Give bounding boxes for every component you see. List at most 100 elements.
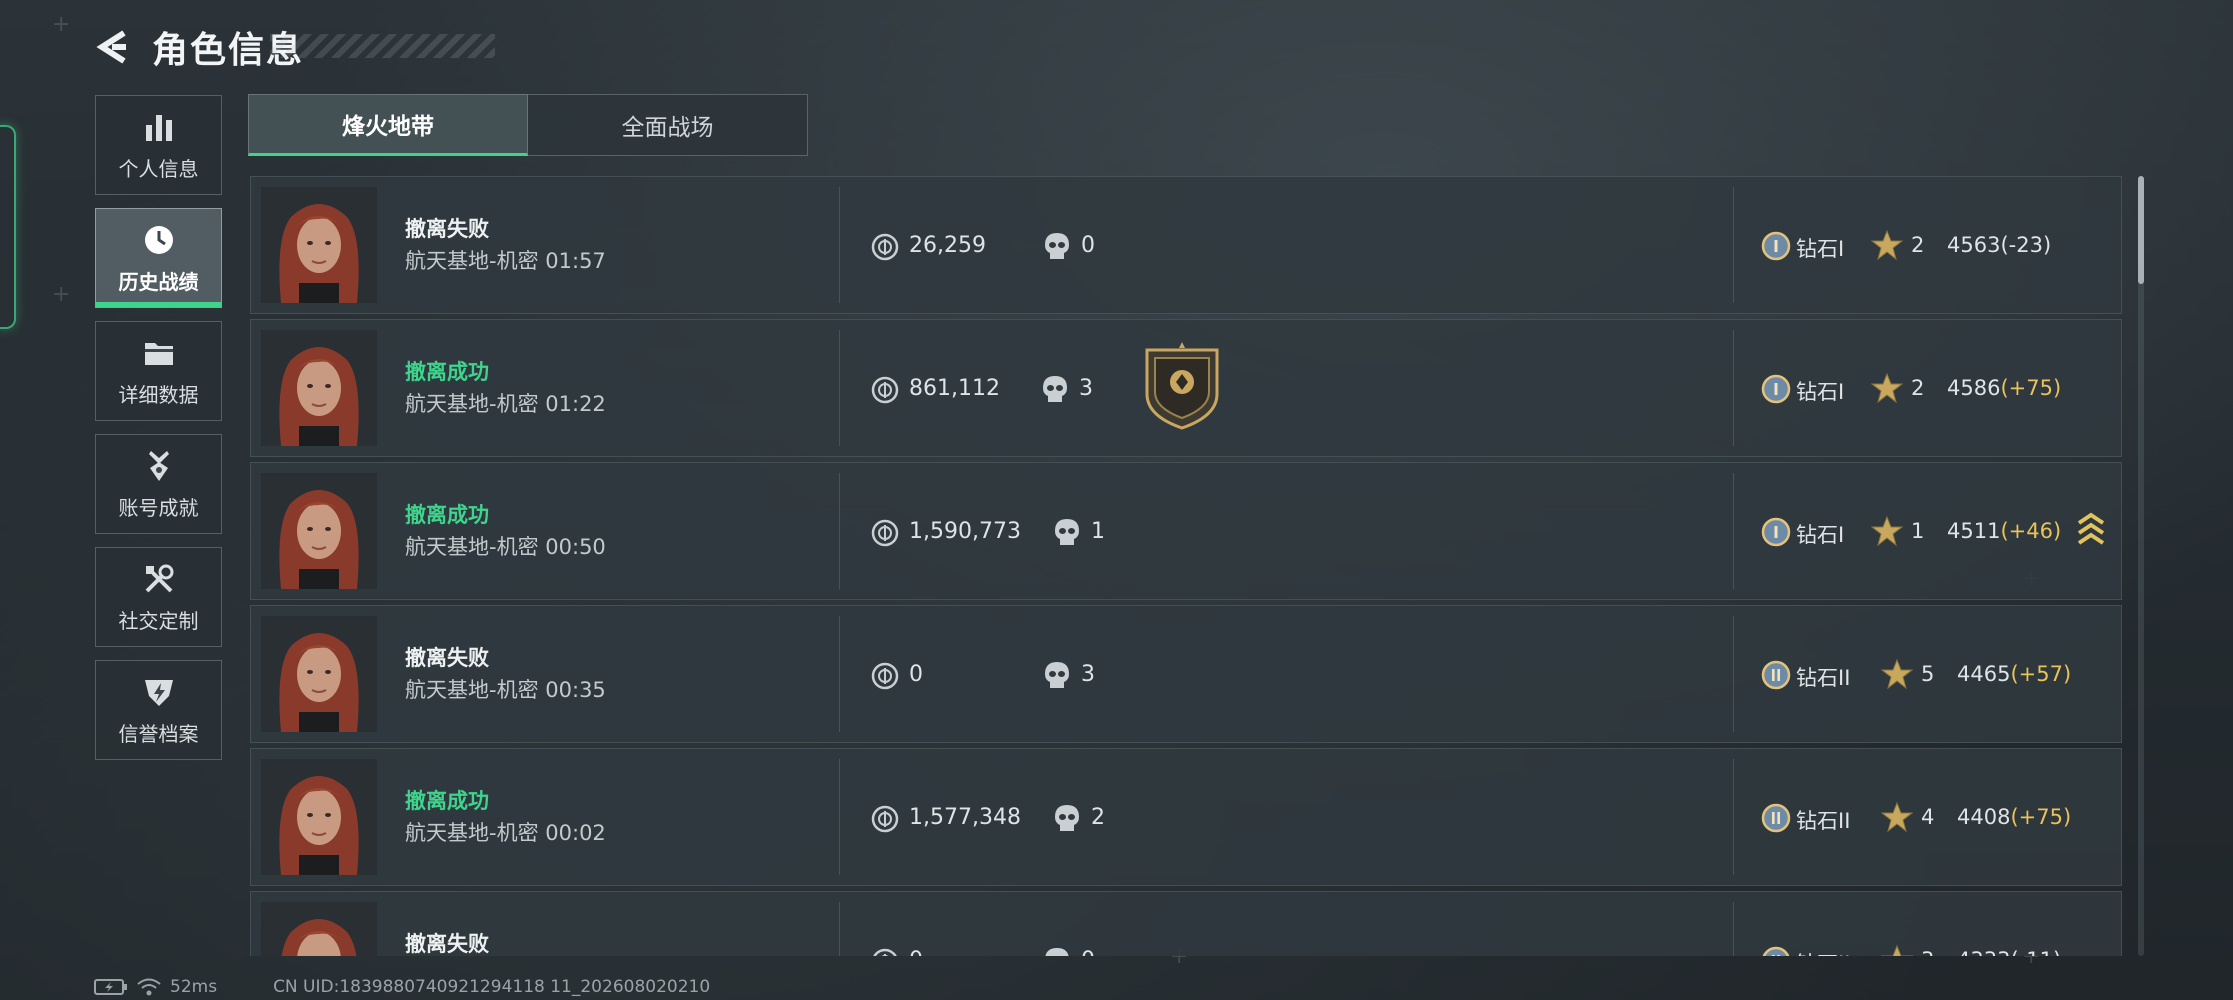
mode-tabs: 烽火地带 全面战场 [248,94,808,156]
rank-name: 钻石II [1796,948,1850,956]
back-arrow-icon[interactable] [94,27,134,67]
score-value: 4465 [1957,662,2011,686]
map-and-time: 航天基地-机密 00:02 [405,817,606,847]
score-value: 4563 [1947,233,2001,257]
rank-star-icon [1881,801,1913,833]
kill-count: 1 [1091,519,1105,544]
rank-star-icon [1871,515,1903,547]
star-count: 4 [1921,805,1935,829]
skull-kills-icon [1055,519,1079,545]
match-time: 01:22 [545,392,606,416]
score-value: 4586 [1947,376,2001,400]
score-delta: (+75) [2000,376,2062,400]
skull-kills-icon [1045,662,1069,688]
tab-warzone-extract[interactable]: 烽火地带 [248,94,528,156]
loot-value: 0 [909,662,923,687]
column-divider [1733,759,1734,875]
score-delta: (+46) [2000,519,2062,543]
match-record-row[interactable]: 撤离失败 0 0 钻石II 3 4333(-11) [250,891,2122,956]
currency-icon [873,948,897,956]
rank-diamond-icon [1762,946,1790,956]
currency-icon [871,233,899,261]
title-decoration-stripes [270,34,495,58]
column-divider [839,902,840,956]
rank-score: 4408(+75) [1957,805,2071,829]
match-time: 00:35 [545,678,606,702]
score-value: 4333 [1957,948,2010,956]
extraction-status: 撤离失败 [405,217,489,241]
map-and-time: 航天基地-机密 01:57 [405,245,606,275]
column-divider [1733,616,1734,732]
sidebar-item-label: 社交定制 [118,608,199,633]
match-time: 00:50 [545,535,606,559]
currency-icon [871,805,899,833]
mvp-badge-icon [1145,342,1219,430]
currency-icon [871,519,899,547]
loot-value: 1,590,773 [909,519,1021,544]
column-divider [1733,330,1734,446]
sidebar-item-detailed-data[interactable]: 详细数据 [95,321,222,421]
map-and-time: 航天基地-机密 00:35 [405,674,606,704]
loot-value: 861,112 [909,376,1000,401]
sidebar-item-social-custom[interactable]: 社交定制 [95,547,222,647]
column-divider [839,759,840,875]
match-record-row[interactable]: 撤离成功 航天基地-机密 00:02 1,577,348 2 钻石II 4 44… [250,748,2122,886]
rank-score: 4563(-23) [1947,233,2051,257]
star-count: 5 [1921,662,1935,686]
rank-star-icon [1881,944,1913,956]
match-history-list[interactable]: 撤离失败 航天基地-机密 01:57 26,259 0 钻石I 2 4563(-… [250,176,2122,956]
match-time: 00:02 [545,821,606,845]
scrollbar[interactable] [2138,176,2144,956]
scrollbar-thumb[interactable] [2138,176,2144,284]
sidebar-item-reputation[interactable]: 信誉档案 [95,660,222,760]
match-record-row[interactable]: 撤离成功 航天基地-机密 01:22 861,112 3 钻石I 2 4586(… [250,319,2122,457]
sidebar-item-history[interactable]: 历史战绩 [95,208,222,308]
score-delta: (-11) [2010,948,2061,956]
battery-icon [94,979,127,995]
tab-full-battlefield[interactable]: 全面战场 [528,94,808,156]
column-divider [839,330,840,446]
rank-name: 钻石I [1796,523,1845,547]
operator-avatar [261,902,377,956]
clock-icon [144,225,173,254]
score-delta: (+75) [2010,805,2072,829]
column-divider [1733,187,1734,303]
match-record-row[interactable]: 撤离失败 航天基地-机密 01:57 26,259 0 钻石I 2 4563(-… [250,176,2122,314]
map-and-time: 航天基地-机密 00:50 [405,531,606,561]
match-record-row[interactable]: 撤离成功 航天基地-机密 00:50 1,590,773 1 钻石I 1 451… [250,462,2122,600]
folder-icon [144,342,173,365]
currency-icon [871,376,899,404]
rank-name: 钻石I [1796,237,1845,261]
operator-avatar [261,759,377,875]
map-name: 航天基地-机密 [405,678,539,702]
column-divider [1733,473,1734,589]
match-time: 01:57 [545,249,606,273]
skull-kills-icon [1043,376,1067,402]
kill-count: 3 [1079,376,1093,401]
column-divider [839,616,840,732]
deco-cross: + [52,12,71,37]
tools-icon [145,564,173,592]
extraction-status: 撤离失败 [405,932,489,956]
rank-name: 钻石II [1796,809,1851,833]
uid-readout: CN UID:1839880740921294118 11_2026080202… [273,977,711,997]
rank-diamond-icon [1761,660,1791,690]
left-edge-glow [0,125,16,329]
loot-value: 26,259 [909,233,986,258]
bar-chart-icon [145,114,172,141]
kill-count: 0 [1081,233,1095,258]
kill-count: 0 [1081,948,1095,956]
map-name: 航天基地-机密 [405,392,539,416]
sidebar-item-label: 详细数据 [118,382,199,407]
operator-avatar [261,330,377,446]
sidebar-item-achievements[interactable]: 账号成就 [95,434,222,534]
map-and-time: 航天基地-机密 01:22 [405,388,606,418]
sidebar-item-personal-info[interactable]: 个人信息 [95,95,222,195]
status-footer: 52ms CN UID:1839880740921294118 11_20260… [94,976,710,998]
rank-diamond-icon [1761,374,1791,404]
map-name: 航天基地-机密 [405,821,539,845]
match-record-row[interactable]: 撤离失败 航天基地-机密 00:35 0 3 钻石II 5 4465(+57) [250,605,2122,743]
extraction-status: 撤离成功 [405,789,489,813]
rank-diamond-icon [1761,517,1791,547]
column-divider [839,187,840,303]
